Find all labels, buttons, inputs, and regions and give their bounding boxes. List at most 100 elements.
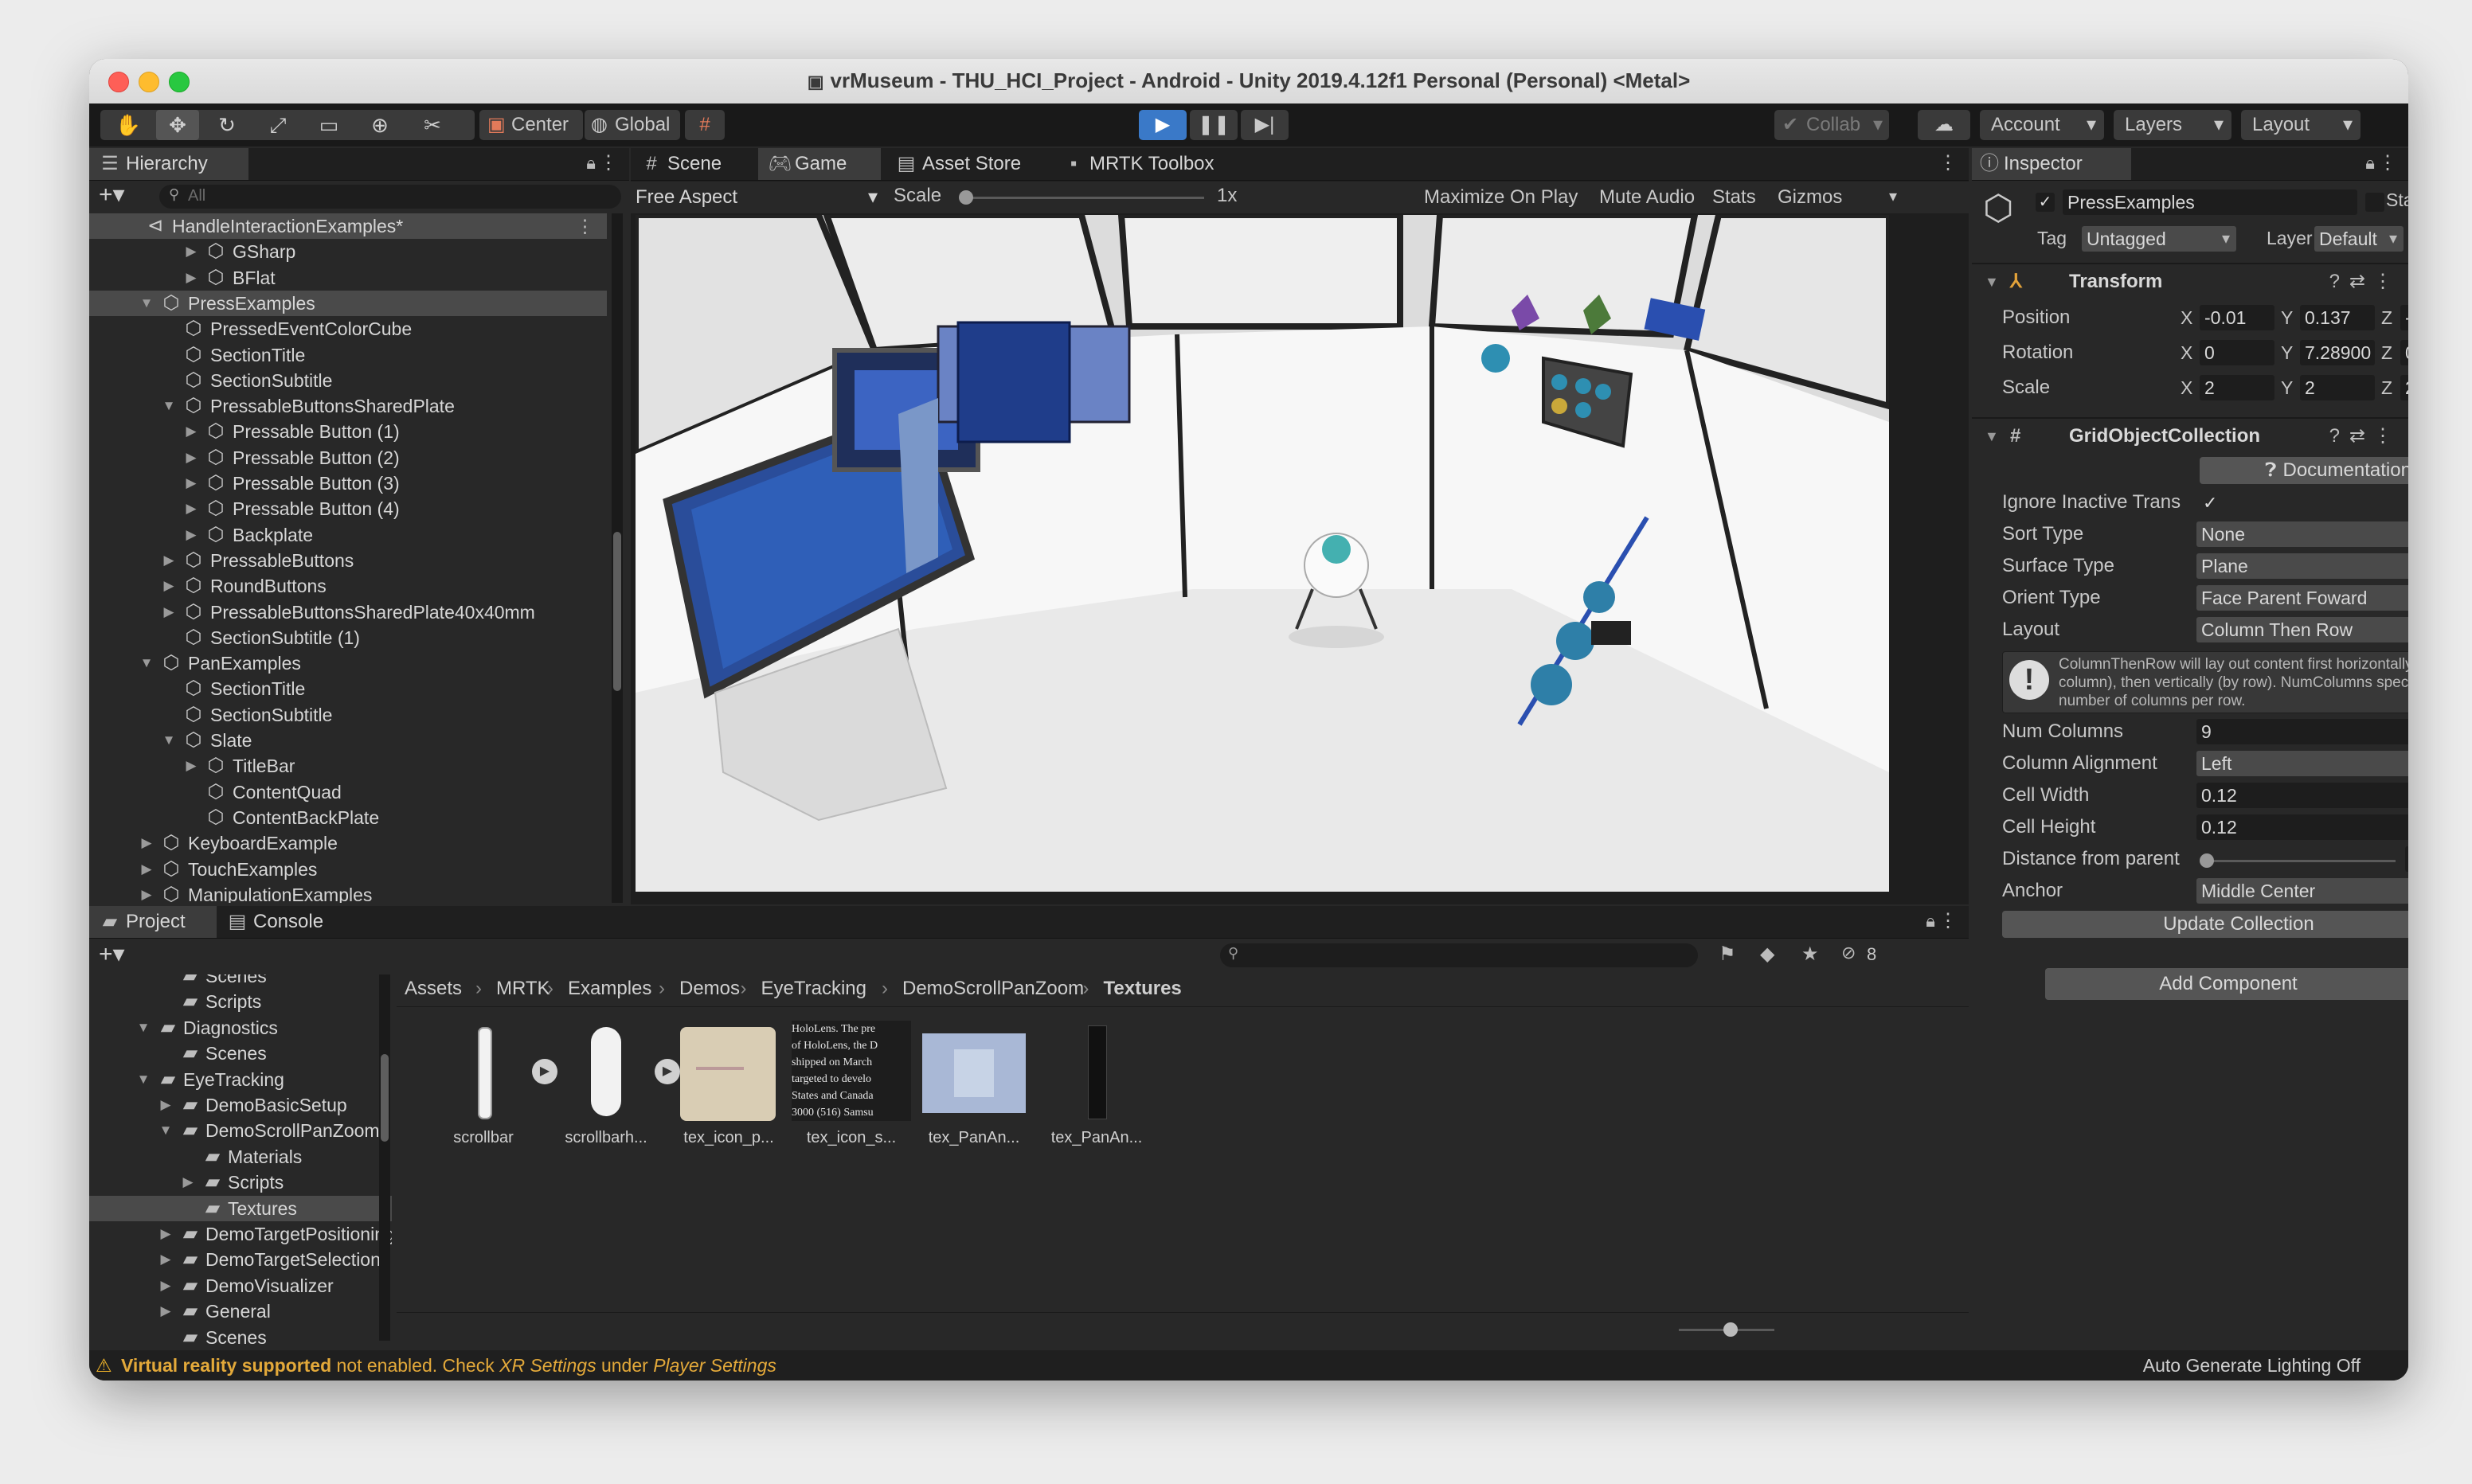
hand-tool-icon[interactable]: ✋ (107, 110, 150, 140)
create-add-button[interactable]: +▾ (99, 943, 125, 967)
layer-dropdown[interactable]: Default (2314, 226, 2404, 252)
collapsed-arrow-icon[interactable]: ▶ (139, 882, 154, 903)
asset-item[interactable]: tex_PanAn... (914, 1021, 1034, 1147)
cloud-button[interactable]: ☁ (1918, 110, 1970, 140)
surface-type-dropdown[interactable]: Plane (2196, 553, 2408, 579)
scale-slider-knob[interactable] (959, 190, 973, 205)
anchor-dropdown[interactable]: Middle Center (2196, 878, 2408, 904)
lock-icon[interactable]: 🔒︎ (586, 153, 596, 174)
pause-button[interactable]: ❚❚ (1190, 110, 1238, 140)
update-collection-button[interactable]: Update Collection (2002, 911, 2408, 938)
tag-dropdown[interactable]: Untagged (2082, 226, 2236, 252)
toggle-stats[interactable]: Stats (1707, 182, 1761, 213)
transform-scale-y-field[interactable]: 2 (2300, 375, 2375, 400)
transform-header[interactable]: ▼ ⅄ Transform ? ⇄ ⋮ (1972, 263, 2408, 299)
collapsed-arrow-icon[interactable]: ▶ (183, 419, 199, 444)
transform-rotation-y-field[interactable]: 7.28900 (2300, 340, 2375, 365)
kebab-menu-icon[interactable]: ⋮ (1938, 909, 1958, 932)
hierarchy-item[interactable]: ⬡ SectionSubtitle (1) (89, 625, 607, 650)
preset-icon[interactable]: ⇄ (2349, 419, 2365, 454)
hierarchy-item[interactable]: ▶ ⬡ Pressable Button (2) (89, 445, 607, 471)
breadcrumb-item[interactable]: EyeTracking (761, 973, 867, 1005)
expand-arrow-icon[interactable]: ▼ (139, 650, 154, 676)
kebab-menu-icon[interactable]: ⋮ (576, 213, 594, 239)
kebab-menu-icon[interactable]: ⋮ (599, 151, 618, 174)
folder-item[interactable]: ▰ Scenes (89, 1325, 392, 1349)
folder-item[interactable]: ▶ ▰ DemoTargetPositioning (89, 1221, 392, 1247)
hierarchy-item[interactable]: ▼ ⬡ PanExamples (89, 650, 607, 676)
grid-snap-button[interactable]: # (685, 110, 725, 140)
folder-item[interactable]: ▶ ▰ Scripts (89, 1170, 392, 1195)
folder-item[interactable]: ▶ ▰ DemoBasicSetup (89, 1092, 392, 1118)
toggle-mute-audio[interactable]: Mute Audio (1594, 182, 1699, 213)
transform-rotation-z-field[interactable]: 0 (2400, 340, 2408, 365)
hierarchy-item[interactable]: ▶ ⬡ GSharp (89, 239, 607, 264)
folder-item[interactable]: ▶ ▰ DemoTargetSelections (89, 1247, 392, 1272)
hierarchy-item[interactable]: ▶ ⬡ TitleBar (89, 753, 607, 779)
folder-item[interactable]: ▰ Materials (89, 1144, 392, 1170)
breadcrumb-item[interactable]: Examples (568, 973, 651, 1005)
kebab-menu-icon[interactable]: ⋮ (2378, 151, 2397, 174)
layers-dropdown[interactable]: Layers ▾ (2114, 110, 2231, 140)
collapsed-arrow-icon[interactable]: ▶ (158, 1221, 174, 1247)
kebab-menu-icon[interactable]: ⋮ (1938, 151, 1958, 174)
hierarchy-item[interactable]: ▼ ⬡ PressExamples (89, 290, 607, 316)
hierarchy-item[interactable]: ▶ ⬡ PressableButtons (89, 548, 607, 573)
collapsed-arrow-icon[interactable]: ▶ (183, 522, 199, 548)
scale-tool-icon[interactable]: ⤢ (256, 110, 299, 140)
collapsed-arrow-icon[interactable]: ▶ (158, 1092, 174, 1118)
transform-tool-icon[interactable]: ⊕ (358, 110, 401, 140)
static-checkbox[interactable] (2365, 193, 2384, 212)
breadcrumb-item[interactable]: Assets (405, 973, 462, 1005)
hierarchy-item[interactable]: ▶ ⬡ TouchExamples (89, 857, 607, 882)
tab-mrtk-toolbox[interactable]: ▪ MRTK Toolbox (1053, 148, 1244, 180)
game-viewport[interactable] (636, 215, 1889, 892)
lighting-status[interactable]: Auto Generate Lighting Off (2143, 1350, 2361, 1381)
scale-slider[interactable] (959, 190, 1204, 205)
tab-hierarchy[interactable]: ☰ Hierarchy (89, 148, 248, 180)
create-add-button[interactable]: +▾ (99, 183, 125, 207)
documentation-button[interactable]: ❓︎ Documentation (2200, 457, 2408, 484)
lock-icon[interactable]: 🔒︎ (1926, 911, 1935, 931)
tab-game[interactable]: 🎮︎ Game (758, 148, 881, 180)
collapsed-arrow-icon[interactable]: ▶ (183, 753, 199, 779)
hidden-packages-icon[interactable]: ⊘ (1841, 943, 1856, 963)
rotate-tool-icon[interactable]: ↻ (205, 110, 248, 140)
distance-slider-knob[interactable] (2200, 853, 2214, 868)
folder-item[interactable]: ▼ ▰ Diagnostics (89, 1015, 392, 1041)
cell-height-field[interactable]: 0.12 (2196, 814, 2408, 840)
collapsed-arrow-icon[interactable]: ▶ (183, 445, 199, 471)
collapsed-arrow-icon[interactable]: ▶ (180, 1170, 196, 1195)
thumbnail-size-slider[interactable] (1679, 1322, 1774, 1337)
collapsed-arrow-icon[interactable]: ▶ (139, 857, 154, 882)
distance-field[interactable]: 1 (2405, 846, 2408, 872)
hierarchy-scroll-thumb[interactable] (613, 532, 621, 691)
collapsed-arrow-icon[interactable]: ▶ (183, 496, 199, 521)
folder-item[interactable]: ▼ ▰ EyeTracking (89, 1067, 392, 1092)
hierarchy-item[interactable]: ▶ ⬡ RoundButtons (89, 573, 607, 599)
kebab-menu-icon[interactable]: ⋮ (2373, 264, 2392, 299)
layout-dropdown[interactable]: Column Then Row (2196, 617, 2408, 642)
orient-type-dropdown[interactable]: Face Parent Foward (2196, 585, 2408, 611)
hierarchy-item[interactable]: ▶ ⬡ Pressable Button (4) (89, 496, 607, 521)
toggle-maximize-on-play[interactable]: Maximize On Play (1419, 182, 1582, 213)
help-icon[interactable]: ? (2329, 264, 2340, 299)
collapsed-arrow-icon[interactable]: ▶ (158, 1247, 174, 1272)
tab-asset-store[interactable]: ▤ Asset Store (886, 148, 1048, 180)
folder-item[interactable]: ▰ Scripts (89, 989, 392, 1014)
asset-item[interactable]: HoloLens. The pre of HoloLens, the D shipp… (792, 1021, 911, 1147)
hierarchy-item[interactable]: ▶ ⬡ PressableButtonsSharedPlate40x40mm (89, 599, 607, 625)
move-tool-icon[interactable]: ✥ (156, 110, 199, 140)
folder-tree-scrollbar[interactable] (379, 974, 390, 1341)
folder-item[interactable]: ▰ Textures (89, 1195, 392, 1221)
aspect-dropdown[interactable]: Free Aspect ▾ (636, 183, 882, 212)
project-search-input[interactable]: ⚲ (1220, 943, 1698, 967)
tab-project[interactable]: ▰ Project (89, 906, 217, 938)
transform-scale-x-field[interactable]: 2 (2200, 375, 2274, 400)
preset-icon[interactable]: ⇄ (2349, 264, 2365, 299)
folder-item[interactable]: ▰ Scenes (89, 974, 392, 989)
folder-item[interactable]: ▶ ▰ DemoVisualizer (89, 1273, 392, 1298)
collapsed-arrow-icon[interactable]: ▶ (183, 471, 199, 496)
collapsed-arrow-icon[interactable]: ▶ (161, 548, 177, 573)
hierarchy-item[interactable]: ▶ ⬡ Pressable Button (1) (89, 419, 607, 444)
